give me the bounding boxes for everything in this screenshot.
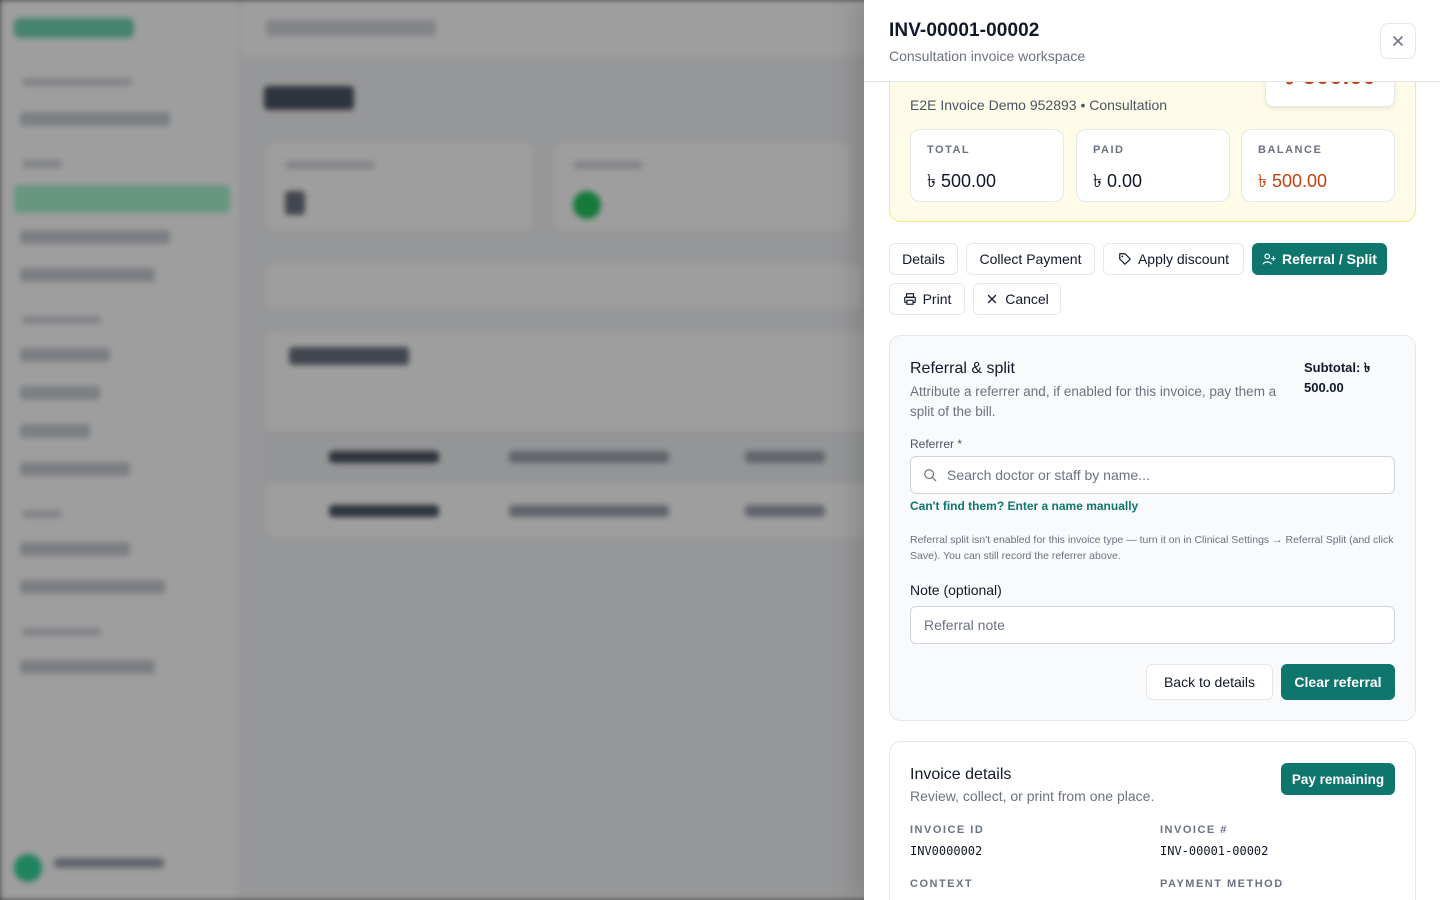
- referral-description: Attribute a referrer and, if enabled for…: [910, 384, 1277, 419]
- cancel-invoice-button[interactable]: Cancel: [973, 283, 1061, 315]
- back-to-details-label: Back to details: [1163, 674, 1256, 690]
- drawer-body: ৳ 500.00 E2E Invoice Demo 952893 • Consu…: [864, 82, 1440, 900]
- summary-meta: E2E Invoice Demo 952893 • Consultation: [910, 97, 1168, 113]
- referrer-label: Referrer *: [910, 437, 963, 451]
- referral-title: Referral & split: [910, 360, 1015, 377]
- invoice-details-title: Invoice details: [910, 766, 1012, 783]
- tag-icon: [1119, 253, 1131, 265]
- invoice-number-label: INVOICE #: [1160, 824, 1228, 836]
- apply-discount-label: Apply discount: [1137, 251, 1230, 267]
- invoice-details-description: Review, collect, or print from one place…: [910, 788, 1155, 804]
- stat-value: ৳ 500.00: [927, 171, 997, 191]
- stat-value: ৳ 500.00: [1258, 171, 1328, 191]
- clear-referral-label: Clear referral: [1294, 674, 1382, 690]
- collect-payment-label: Collect Payment: [979, 251, 1082, 267]
- back-to-details-button[interactable]: Back to details: [1146, 664, 1273, 700]
- print-label: Print: [922, 291, 952, 307]
- collect-payment-button[interactable]: Collect Payment: [966, 243, 1095, 275]
- apply-discount-button[interactable]: Apply discount: [1103, 243, 1244, 275]
- pay-remaining-button[interactable]: Pay remaining: [1281, 763, 1395, 795]
- invoice-number-value: INV-00001-00002: [1160, 844, 1269, 858]
- stat-label: TOTAL: [927, 144, 971, 156]
- close-button[interactable]: [1380, 23, 1416, 59]
- details-button[interactable]: Details: [889, 243, 958, 275]
- stat-balance: BALANCE ৳ 500.00: [1241, 129, 1395, 202]
- drawer-subtitle: Consultation invoice workspace: [889, 48, 1086, 64]
- referral-note-placeholder: Referral note: [924, 617, 1005, 633]
- stat-total: TOTAL ৳ 500.00: [910, 129, 1064, 202]
- summary-amount: ৳ 500.00: [1264, 82, 1395, 107]
- clear-referral-button[interactable]: Clear referral: [1281, 664, 1395, 700]
- referral-subtotal: Subtotal: ৳ 500.00: [1304, 360, 1371, 395]
- stat-value: ৳ 0.00: [1093, 171, 1142, 191]
- print-button[interactable]: Print: [889, 283, 965, 315]
- stat-label: BALANCE: [1258, 144, 1323, 156]
- referrer-search-input[interactable]: Search doctor or staff by name...: [910, 456, 1395, 494]
- enter-name-manually-link[interactable]: Can't find them? Enter a name manually: [910, 499, 1138, 513]
- search-icon: [924, 469, 937, 482]
- drawer-title: INV-00001-00002: [889, 20, 1040, 41]
- close-icon: [1393, 36, 1403, 46]
- invoice-id-label: INVOICE ID: [910, 824, 985, 836]
- note-label: Note (optional): [910, 582, 1002, 598]
- x-icon: [988, 294, 997, 304]
- printer-icon: [903, 293, 916, 305]
- referral-split-card: Referral & split Attribute a referrer an…: [889, 335, 1416, 721]
- drawer-header: INV-00001-00002 Consultation invoice wor…: [864, 0, 1440, 82]
- invoice-drawer: INV-00001-00002 Consultation invoice wor…: [864, 0, 1440, 900]
- user-plus-icon: [1262, 253, 1276, 265]
- invoice-summary: ৳ 500.00 E2E Invoice Demo 952893 • Consu…: [889, 82, 1416, 222]
- invoice-details-card: Invoice details Review, collect, or prin…: [889, 741, 1416, 900]
- stat-label: PAID: [1093, 144, 1125, 156]
- referral-split-button[interactable]: Referral / Split: [1252, 243, 1387, 275]
- referrer-search-placeholder: Search doctor or staff by name...: [947, 467, 1150, 483]
- context-label: CONTEXT: [910, 878, 974, 890]
- invoice-id-value: INV0000002: [910, 844, 983, 858]
- payment-method-label: PAYMENT METHOD: [1160, 878, 1284, 890]
- stat-paid: PAID ৳ 0.00: [1076, 129, 1230, 202]
- referral-hint: Referral split isn't enabled for this in…: [910, 534, 1394, 562]
- pay-remaining-label: Pay remaining: [1291, 771, 1385, 787]
- cancel-label: Cancel: [1005, 291, 1049, 307]
- referral-split-label: Referral / Split: [1282, 251, 1377, 267]
- referral-note-input[interactable]: Referral note: [910, 606, 1395, 644]
- details-button-label: Details: [902, 251, 945, 267]
